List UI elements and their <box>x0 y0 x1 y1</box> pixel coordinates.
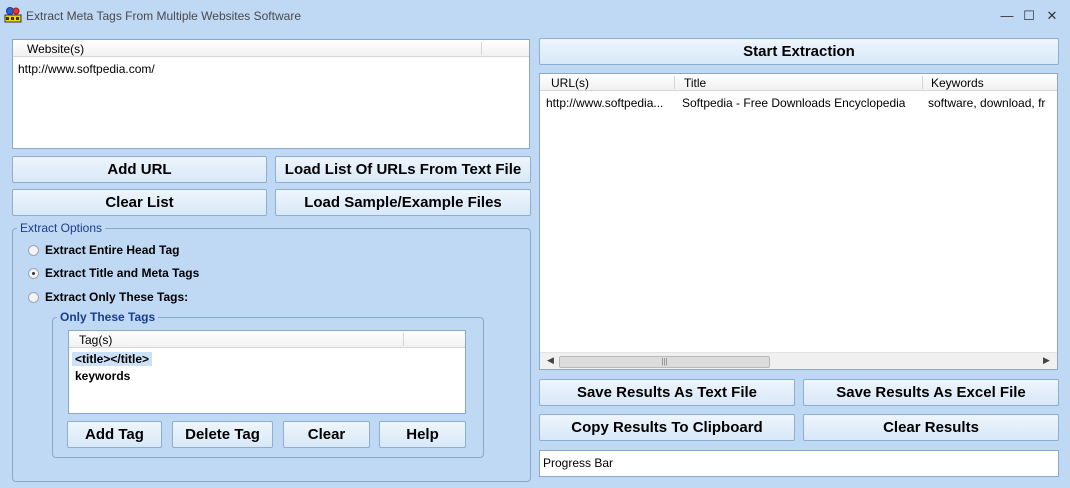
client-area: Website(s) http://www.softpedia.com/ Add… <box>0 33 1070 488</box>
websites-list[interactable]: Website(s) http://www.softpedia.com/ <box>12 39 530 149</box>
results-table-header: URL(s) Title Keywords <box>540 74 1057 91</box>
tags-list-header: Tag(s) <box>69 331 465 348</box>
option-title-meta[interactable]: Extract Title and Meta Tags <box>28 266 199 280</box>
close-icon[interactable]: ✕ <box>1043 7 1061 25</box>
option-label: Extract Entire Head Tag <box>45 243 180 257</box>
app-icon <box>4 7 22 23</box>
result-url-cell[interactable]: http://www.softpedia... <box>546 96 663 110</box>
radio-button-selected[interactable] <box>28 267 39 279</box>
option-label: Extract Title and Meta Tags <box>45 266 200 280</box>
tag-item-selected[interactable]: <title></title> <box>72 352 153 366</box>
tags-list[interactable]: Tag(s) <title></title> keywords <box>68 330 466 414</box>
result-title-cell[interactable]: Softpedia - Free Downloads Encyclopedia <box>682 96 905 110</box>
minimize-icon[interactable]: — <box>998 7 1016 25</box>
result-keywords-cell[interactable]: software, download, fr <box>928 96 1057 110</box>
radio-button[interactable] <box>28 291 39 303</box>
clear-list-button[interactable]: Clear List <box>12 189 267 216</box>
clear-tags-button[interactable]: Clear <box>283 421 370 448</box>
save-excel-button[interactable]: Save Results As Excel File <box>803 379 1059 406</box>
extract-options-label: Extract Options <box>17 221 106 235</box>
copy-clipboard-button[interactable]: Copy Results To Clipboard <box>539 414 795 441</box>
column-separator <box>922 76 923 89</box>
delete-tag-button[interactable]: Delete Tag <box>172 421 273 448</box>
option-entire-head[interactable]: Extract Entire Head Tag <box>28 243 179 257</box>
scroll-left-icon[interactable]: ◀ <box>547 355 554 366</box>
load-sample-button[interactable]: Load Sample/Example Files <box>275 189 531 216</box>
save-text-button[interactable]: Save Results As Text File <box>539 379 795 406</box>
scroll-right-icon[interactable]: ▶ <box>1043 355 1050 366</box>
column-header-websites[interactable]: Website(s) <box>27 42 84 56</box>
column-header-urls[interactable]: URL(s) <box>551 76 589 90</box>
website-item[interactable]: http://www.softpedia.com/ <box>18 62 155 76</box>
column-header-keywords[interactable]: Keywords <box>931 76 984 90</box>
start-extraction-button[interactable]: Start Extraction <box>539 38 1059 65</box>
help-button[interactable]: Help <box>379 421 466 448</box>
add-url-button[interactable]: Add URL <box>12 156 267 183</box>
scroll-thumb[interactable]: ||| <box>559 356 770 368</box>
progress-label: Progress Bar <box>543 456 614 470</box>
results-table[interactable]: URL(s) Title Keywords http://www.softped… <box>539 73 1058 370</box>
column-separator <box>674 76 675 89</box>
option-label: Extract Only These Tags: <box>45 290 189 304</box>
column-separator <box>403 333 404 346</box>
only-these-tags-label: Only These Tags <box>57 310 159 324</box>
radio-button[interactable] <box>28 244 39 256</box>
clear-results-button[interactable]: Clear Results <box>803 414 1059 441</box>
column-separator <box>481 42 482 55</box>
add-tag-button[interactable]: Add Tag <box>67 421 162 448</box>
window-title: Extract Meta Tags From Multiple Websites… <box>26 9 301 23</box>
progress-bar: Progress Bar <box>539 450 1059 477</box>
column-header-title[interactable]: Title <box>684 76 706 90</box>
title-bar: Extract Meta Tags From Multiple Websites… <box>0 0 1070 33</box>
tag-item[interactable]: keywords <box>75 369 130 383</box>
horizontal-scrollbar[interactable]: ◀ ||| ▶ <box>540 352 1057 369</box>
column-header-tags[interactable]: Tag(s) <box>79 333 112 347</box>
load-list-button[interactable]: Load List Of URLs From Text File <box>275 156 531 183</box>
option-only-these[interactable]: Extract Only These Tags: <box>28 290 188 304</box>
websites-list-header: Website(s) <box>13 40 529 57</box>
maximize-icon[interactable]: ☐ <box>1020 7 1038 25</box>
